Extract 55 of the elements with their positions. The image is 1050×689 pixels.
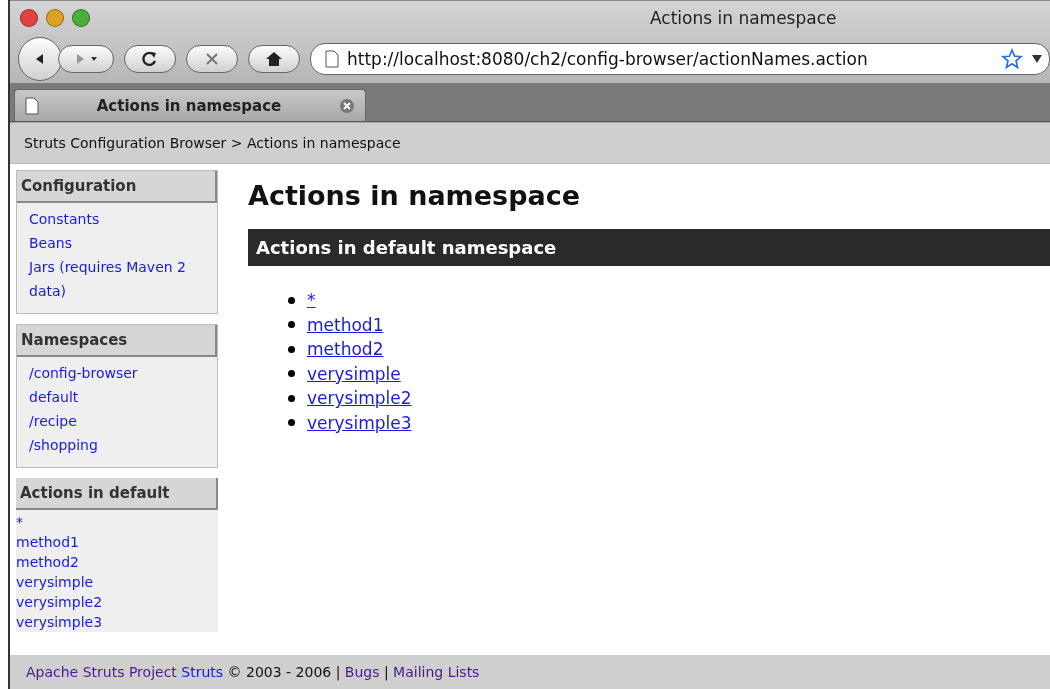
sidebar-link[interactable]: Constants <box>29 207 205 231</box>
action-link[interactable]: verysimple2 <box>307 388 412 409</box>
page-icon <box>25 96 39 115</box>
panel-heading: Configuration <box>17 171 217 203</box>
panel-heading: Actions in default <box>16 478 218 510</box>
sidebar-link[interactable]: verysimple2 <box>16 592 218 612</box>
bullet-icon <box>288 321 295 329</box>
close-button[interactable] <box>20 9 38 27</box>
footer-link[interactable]: Apache Struts Project <box>26 664 177 680</box>
sidebar-link[interactable]: method1 <box>16 532 218 552</box>
close-icon[interactable] <box>339 97 355 114</box>
sidebar-link[interactable]: /shopping <box>29 433 205 457</box>
minimize-button[interactable] <box>46 9 64 27</box>
action-link[interactable]: verysimple3 <box>307 412 412 433</box>
bullet-icon <box>288 394 295 402</box>
page-heading: Actions in namespace <box>248 180 581 211</box>
dropdown-icon[interactable] <box>1031 54 1043 64</box>
section-header: Actions in default namespace <box>248 229 1050 266</box>
star-icon[interactable] <box>1001 48 1023 70</box>
sidebar-link[interactable]: /config-browser <box>29 361 205 385</box>
stop-button[interactable] <box>186 45 238 73</box>
sidebar-link[interactable]: Beans <box>29 231 205 255</box>
sidebar-link[interactable]: verysimple <box>16 572 218 592</box>
bullet-icon <box>288 345 295 353</box>
bullet-icon <box>288 296 295 304</box>
sidebar-link[interactable]: * <box>16 512 218 532</box>
footer-link[interactable]: Bugs <box>344 664 380 680</box>
footer-text: Apache Struts Project Struts © 2003 - 2006 | Bugs | Mailing Lists <box>26 664 480 680</box>
action-link[interactable]: verysimple <box>307 363 401 384</box>
footer-link[interactable]: Struts <box>181 664 224 680</box>
panel-heading: Namespaces <box>17 325 217 357</box>
sidebar-link[interactable]: /recipe <box>29 409 205 433</box>
home-button[interactable] <box>248 45 300 73</box>
address-field[interactable]: http://localhost:8080/ch2/config-browser/actionNames.action <box>310 43 1050 75</box>
zoom-button[interactable] <box>72 9 90 27</box>
back-button[interactable] <box>18 37 62 81</box>
sidebar-link[interactable]: method2 <box>16 552 218 572</box>
action-link[interactable]: method1 <box>307 314 384 335</box>
reload-icon <box>141 50 159 68</box>
bullet-icon <box>288 419 295 427</box>
action-link[interactable]: * <box>307 290 316 311</box>
home-icon <box>265 51 283 67</box>
action-link[interactable]: method2 <box>307 339 384 360</box>
window-title: Actions in namespace <box>650 8 837 28</box>
reload-button[interactable] <box>124 45 176 73</box>
bullet-icon <box>288 370 295 378</box>
browser-tab[interactable]: Actions in namespace <box>14 89 366 121</box>
forward-button[interactable] <box>58 45 114 73</box>
sidebar-link[interactable]: verysimple3 <box>16 612 218 632</box>
sidebar-link[interactable]: Jars (requires Maven 2 data) <box>29 255 205 303</box>
sidebar-link[interactable]: default <box>29 385 205 409</box>
close-icon <box>204 51 220 67</box>
page-icon <box>325 50 339 68</box>
footer-link[interactable]: Mailing Lists <box>393 664 480 680</box>
breadcrumb: Struts Configuration Browser > Actions in namespace <box>24 135 401 151</box>
